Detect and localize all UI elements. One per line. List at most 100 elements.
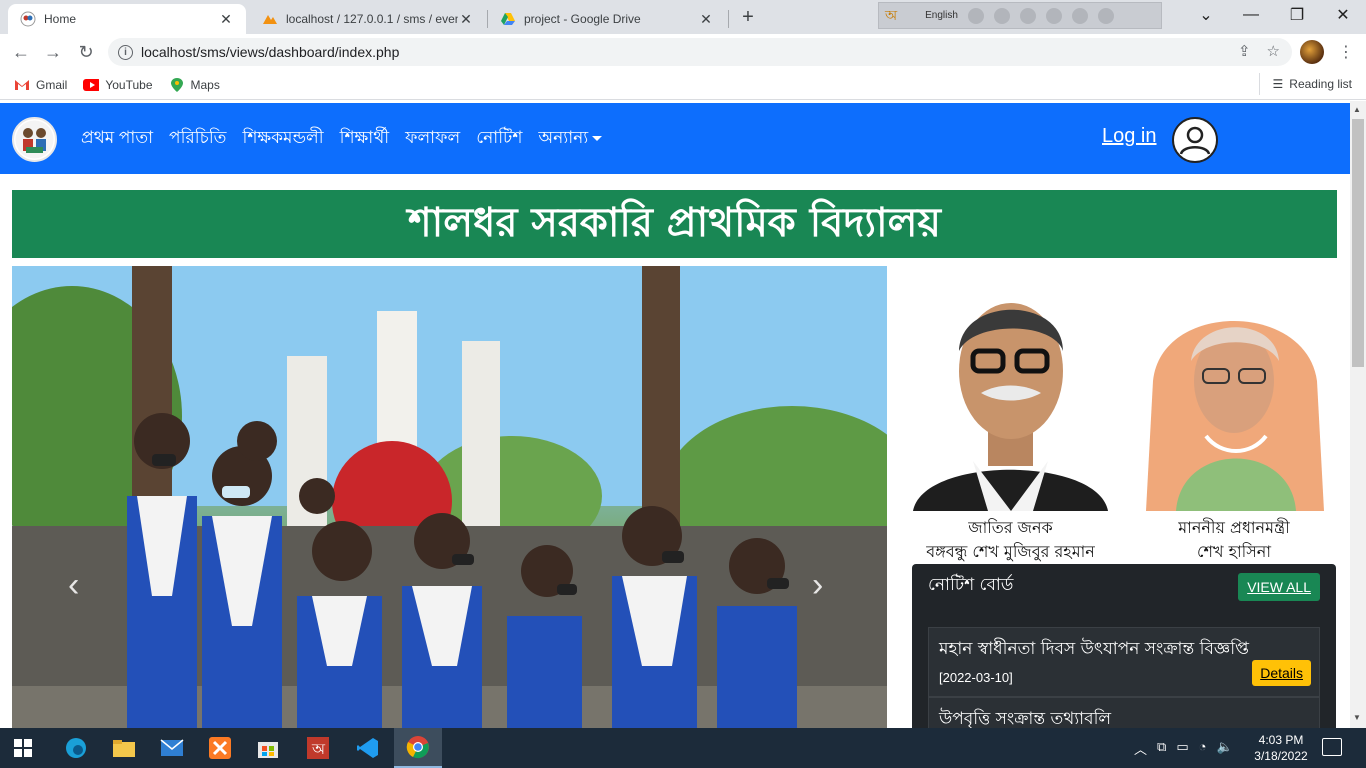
clock-time: 4:03 PM: [1258, 733, 1304, 747]
caret-down-icon: [592, 136, 603, 142]
scroll-down-icon[interactable]: ▼: [1353, 713, 1361, 722]
language-label[interactable]: English: [925, 10, 958, 21]
windows-start-icon[interactable]: [14, 739, 32, 757]
volume-icon[interactable]: 🔈: [1216, 739, 1232, 758]
carousel-next-icon[interactable]: ›: [812, 566, 823, 605]
notice-title[interactable]: উপবৃত্তি সংক্রান্ত তথ্যাবলি: [939, 706, 1309, 728]
share-icon[interactable]: ⇪: [1238, 42, 1251, 60]
file-explorer-icon[interactable]: [100, 728, 148, 768]
phpmyadmin-icon: [262, 11, 278, 27]
reading-list-icon: ☰: [1272, 77, 1284, 91]
close-icon[interactable]: ✕: [698, 11, 714, 28]
page-viewport: প্রথম পাতা পরিচিতি শিক্ষকমন্ডলী শিক্ষার্…: [0, 101, 1350, 728]
store-icon[interactable]: [244, 728, 292, 768]
carousel-prev-icon[interactable]: ‹: [68, 566, 79, 605]
bangla-keyboard-icon[interactable]: অ: [885, 4, 897, 28]
remote-display-icon[interactable]: ⧉: [1157, 739, 1166, 758]
nav-results[interactable]: ফলাফল: [405, 125, 460, 153]
scrollbar-thumb[interactable]: [1352, 119, 1364, 367]
back-arrow-icon[interactable]: ←: [10, 41, 32, 63]
nav-notice[interactable]: নোটিশ: [476, 125, 522, 153]
notification-center-icon[interactable]: [1322, 738, 1342, 756]
bookmark-label: Gmail: [36, 77, 68, 92]
mail-icon[interactable]: [148, 728, 196, 768]
leader-caption-line2: বঙ্গবন্ধু শেখ মুজিবুর রহমান: [926, 542, 1095, 561]
edge-taskbar-icon[interactable]: [52, 728, 100, 768]
clock-date: 3/18/2022: [1254, 749, 1308, 763]
user-account-icon[interactable]: [1172, 117, 1218, 163]
nav-students[interactable]: শিক্ষার্থী: [340, 125, 390, 153]
wifi-icon[interactable]: ◔: [1199, 739, 1207, 758]
system-tray: ︿ ⧉ ▭ ◔ 🔈: [1134, 739, 1233, 758]
avro-keyboard-icon[interactable]: অ: [294, 728, 342, 768]
site-info-icon[interactable]: i: [118, 44, 133, 60]
tab-google-drive[interactable]: project - Google Drive ✕: [488, 4, 726, 34]
leader-card-prime-minister: মাননীয় প্রধানমন্ত্রী শেখ হাসিনা: [1141, 271, 1327, 564]
tab-search-chevron-icon[interactable]: ⌄: [1183, 0, 1229, 30]
profile-avatar[interactable]: [1300, 40, 1324, 64]
notice-board: নোটিশ বোর্ড VIEW ALL মহান স্বাধীনতা দিবস…: [912, 564, 1336, 728]
tab-home[interactable]: Home ✕: [8, 4, 246, 34]
language-bar: অ English: [878, 2, 1162, 29]
reload-icon[interactable]: ↻: [75, 41, 97, 63]
nav-about[interactable]: পরিচিতি: [169, 125, 226, 153]
leader-caption-line2: শেখ হাসিনা: [1197, 542, 1271, 561]
info-icon[interactable]: [1097, 7, 1114, 24]
window-close-icon[interactable]: ✕: [1320, 0, 1366, 30]
tab-title: project - Google Drive: [524, 12, 641, 26]
url-text[interactable]: localhost/sms/views/dashboard/index.php: [141, 44, 399, 60]
login-link[interactable]: Log in: [1102, 125, 1157, 148]
taskbar-clock[interactable]: 4:03 PM 3/18/2022: [1250, 732, 1312, 764]
browser-menu-icon[interactable]: ⋮: [1338, 42, 1354, 62]
battery-icon[interactable]: ▭: [1176, 739, 1188, 758]
divider: [1258, 73, 1260, 95]
address-toolbar: ← → ↻ i localhost/sms/views/dashboard/in…: [0, 34, 1366, 70]
view-all-button[interactable]: VIEW ALL: [1238, 573, 1320, 601]
nav-teachers[interactable]: শিক্ষকমন্ডলী: [242, 125, 323, 153]
reading-list-button[interactable]: ☰ Reading list: [1258, 73, 1352, 95]
bookmark-gmail[interactable]: Gmail: [14, 78, 67, 92]
settings-gear-icon[interactable]: [1019, 7, 1036, 24]
school-name-banner: শালধর সরকারি প্রাথমিক বিদ্যালয়: [12, 190, 1337, 258]
nav-home[interactable]: প্রথম পাতা: [81, 125, 153, 153]
nav-others-label: অন্যান্য: [538, 128, 589, 147]
xampp-icon[interactable]: [196, 728, 244, 768]
bangabandhu-portrait: [903, 271, 1118, 511]
edge-icon[interactable]: [1045, 7, 1062, 24]
bookmark-star-icon[interactable]: ☆: [1267, 42, 1280, 60]
vscode-icon[interactable]: [344, 728, 392, 768]
leader-caption-line1: মাননীয় প্রধানমন্ত্রী: [1178, 518, 1290, 537]
bookmark-maps[interactable]: Maps: [169, 77, 220, 92]
hat-icon[interactable]: [967, 7, 984, 24]
help-icon[interactable]: [1071, 7, 1088, 24]
details-button[interactable]: Details: [1252, 660, 1311, 686]
url-bar[interactable]: i localhost/sms/views/dashboard/index.ph…: [108, 38, 1292, 66]
show-hidden-icons-chevron-icon[interactable]: ︿: [1134, 739, 1147, 758]
close-icon[interactable]: ✕: [218, 11, 234, 28]
forward-arrow-icon[interactable]: →: [42, 41, 64, 63]
tab-separator: [728, 10, 729, 28]
reading-list-label: Reading list: [1289, 77, 1352, 91]
svg-text:অ: অ: [311, 740, 326, 758]
leaders-section: জাতির জনক বঙ্গবন্ধু শেখ মুজিবুর রহমান মা…: [903, 271, 1333, 561]
gmail-icon: [14, 78, 30, 92]
prime-minister-portrait: [1141, 271, 1327, 511]
chess-icon[interactable]: [993, 7, 1010, 24]
scroll-up-icon[interactable]: ▲: [1353, 105, 1361, 114]
tab-phpmyadmin[interactable]: localhost / 127.0.0.1 / sms / even ✕: [250, 4, 486, 34]
browser-tab-strip: Home ✕ localhost / 127.0.0.1 / sms / eve…: [0, 0, 1366, 34]
bookmark-label: Maps: [190, 77, 220, 92]
close-icon[interactable]: ✕: [458, 11, 474, 28]
bookmark-youtube[interactable]: YouTube: [83, 78, 153, 92]
chrome-taskbar-icon[interactable]: [394, 728, 442, 768]
notice-board-title: নোটিশ বোর্ড: [928, 575, 1014, 595]
nav-links: প্রথম পাতা পরিচিতি শিক্ষকমন্ডলী শিক্ষার্…: [81, 125, 603, 153]
new-tab-plus-icon[interactable]: +: [737, 6, 759, 28]
page-scrollbar[interactable]: ▲ ▼: [1350, 101, 1366, 728]
leader-card-bangabandhu: জাতির জনক বঙ্গবন্ধু শেখ মুজিবুর রহমান: [903, 271, 1118, 564]
nav-others-dropdown[interactable]: অন্যান্য: [538, 125, 603, 153]
school-logo[interactable]: [12, 117, 57, 162]
maximize-icon[interactable]: ❐: [1274, 0, 1320, 30]
minimize-icon[interactable]: —: [1228, 0, 1274, 30]
bookmarks-bar: Gmail YouTube Maps: [0, 70, 1366, 100]
